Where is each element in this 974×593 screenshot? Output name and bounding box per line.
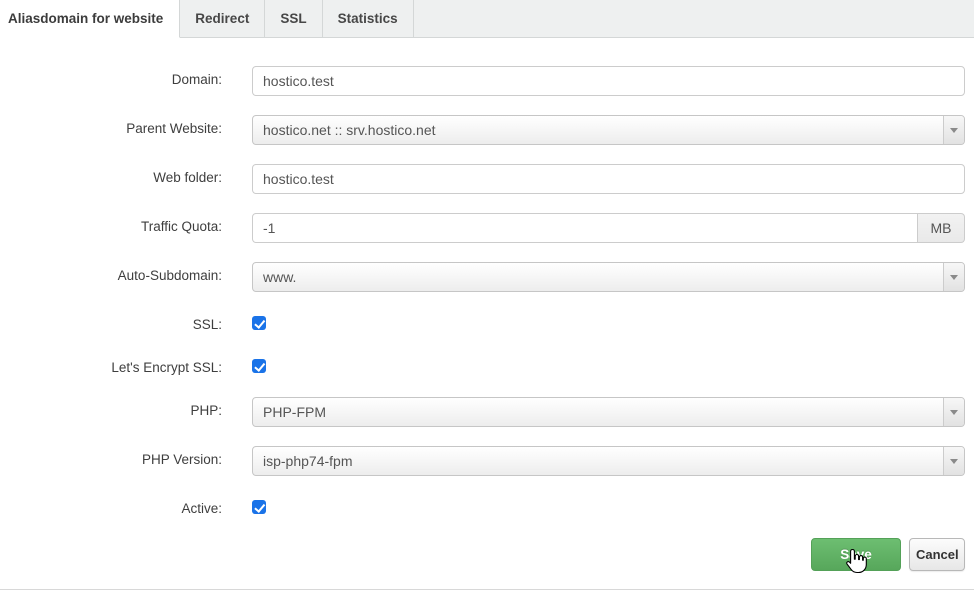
parent-website-label: Parent Website: [0,115,222,145]
form-row-lets-encrypt-ssl: Let's Encrypt SSL: [0,354,965,378]
php-version-select[interactable]: isp-php74-fpm [252,446,965,476]
tab-bar-filler [414,0,974,38]
lets-encrypt-ssl-checkbox[interactable] [252,359,266,373]
form-row-domain: Domain: [0,66,965,96]
web-folder-input[interactable] [252,164,965,194]
ssl-checkbox[interactable] [252,316,266,330]
form-row-traffic-quota: Traffic Quota: MB [0,213,965,243]
chevron-down-icon [943,447,964,475]
form-row-auto-subdomain: Auto-Subdomain: www. [0,262,965,292]
tab-aliasdomain-for-website[interactable]: Aliasdomain for website [0,0,180,38]
chevron-down-icon [943,398,964,426]
form-row-active: Active: [0,495,965,519]
php-select[interactable]: PHP-FPM [252,397,965,427]
form-actions: Save Cancel [0,538,965,571]
auto-subdomain-selected-value: www. [263,269,296,285]
form-row-php-version: PHP Version: isp-php74-fpm [0,446,965,476]
lets-encrypt-ssl-label: Let's Encrypt SSL: [0,354,222,378]
tab-ssl[interactable]: SSL [265,0,322,38]
aliasdomain-form: Domain: Parent Website: hostico.net :: s… [0,38,974,571]
parent-website-select[interactable]: hostico.net :: srv.hostico.net [252,115,965,145]
traffic-quota-label: Traffic Quota: [0,213,222,243]
form-row-web-folder: Web folder: [0,164,965,194]
tab-statistics[interactable]: Statistics [323,0,414,38]
php-version-selected-value: isp-php74-fpm [263,453,353,469]
parent-website-selected-value: hostico.net :: srv.hostico.net [263,122,436,138]
php-version-label: PHP Version: [0,446,222,476]
php-label: PHP: [0,397,222,427]
web-folder-label: Web folder: [0,164,222,194]
active-checkbox[interactable] [252,500,266,514]
save-button[interactable]: Save [811,538,901,571]
domain-label: Domain: [0,66,222,96]
auto-subdomain-label: Auto-Subdomain: [0,262,222,292]
traffic-quota-unit-addon: MB [918,213,965,243]
chevron-down-icon [943,116,964,144]
ssl-label: SSL: [0,311,222,335]
form-row-ssl: SSL: [0,311,965,335]
php-selected-value: PHP-FPM [263,404,326,420]
tab-bar: Aliasdomain for website Redirect SSL Sta… [0,0,974,38]
chevron-down-icon [943,263,964,291]
form-row-parent-website: Parent Website: hostico.net :: srv.hosti… [0,115,965,145]
auto-subdomain-select[interactable]: www. [252,262,965,292]
footer-divider [0,589,974,590]
active-label: Active: [0,495,222,519]
cancel-button[interactable]: Cancel [909,538,965,571]
form-row-php: PHP: PHP-FPM [0,397,965,427]
tab-redirect[interactable]: Redirect [180,0,265,38]
domain-input[interactable] [252,66,965,96]
traffic-quota-input[interactable] [252,213,918,243]
